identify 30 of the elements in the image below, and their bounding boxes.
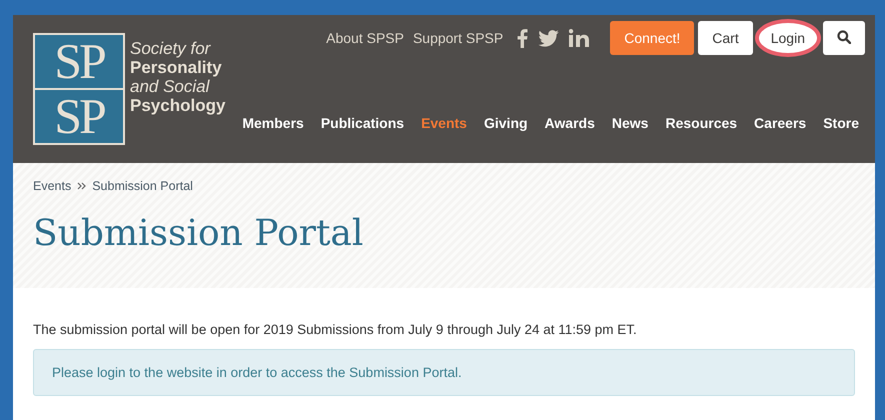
logo-text: Society for: [130, 39, 212, 58]
nav-link[interactable]: Awards: [544, 115, 595, 131]
top-link[interactable]: About SPSP: [326, 30, 404, 46]
page-title: Submission Portal: [33, 213, 364, 254]
info-alert: Please login to the website in order to access the Submission Portal.: [33, 349, 855, 396]
header-button[interactable]: Login: [756, 21, 819, 55]
nav-link[interactable]: Giving: [484, 115, 528, 131]
nav-link[interactable]: News: [612, 115, 648, 131]
nav-link[interactable]: Store: [823, 115, 859, 131]
body-text: The submission portal will be open for 2019 Submissions from July 9 through July 24 at 11:59 pm ET.: [33, 322, 638, 337]
header-button[interactable]: Cart: [698, 21, 753, 55]
logo-letters: SP: [35, 35, 123, 88]
logo-letters: SP: [35, 90, 123, 143]
search-icon: [837, 30, 851, 44]
logo-text: and Social: [130, 77, 211, 96]
nav-link[interactable]: Careers: [754, 115, 806, 131]
breadcrumb-link[interactable]: Submission Portal: [92, 179, 193, 193]
logo[interactable]: SP SP Society for Personality and Social Psychology: [33, 33, 226, 145]
nav-link[interactable]: Resources: [665, 115, 738, 131]
logo-text: Personality: [130, 58, 223, 77]
breadcrumb-link[interactable]: Events: [33, 179, 72, 193]
linkedin-icon[interactable]: [569, 29, 590, 47]
nav-link[interactable]: Publications: [320, 115, 404, 131]
twitter-icon[interactable]: [538, 30, 560, 46]
logo-text: Psychology: [130, 96, 226, 115]
chevron-icon: [77, 182, 86, 190]
facebook-icon[interactable]: [517, 28, 528, 48]
search-button[interactable]: [823, 21, 865, 55]
top-link[interactable]: Support SPSP: [412, 30, 504, 46]
nav-link[interactable]: Members: [242, 115, 304, 131]
